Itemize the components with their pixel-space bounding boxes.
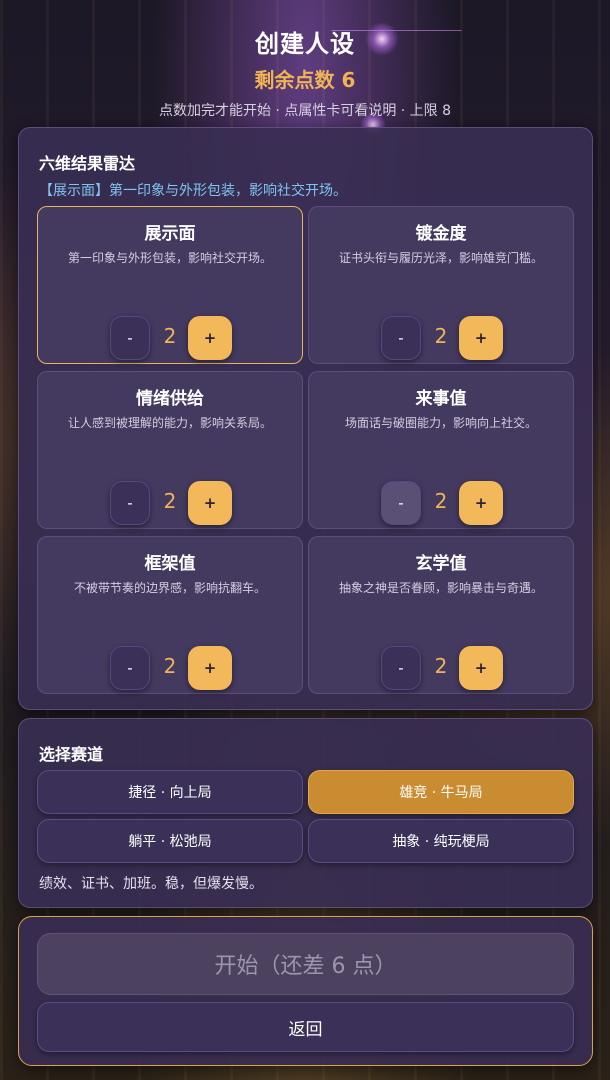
- attributes-panel-title: 六维结果雷达: [39, 154, 136, 173]
- attribute-desc: 不被带节奏的边界感，影响抗翻车。: [73, 581, 266, 595]
- attribute-card-玄学值[interactable]: 玄学值 抽象之神是否眷顾，影响暴击与奇遇。 - 2 +: [308, 536, 574, 694]
- attribute-name: 镀金度: [415, 224, 467, 244]
- attribute-value: 2: [163, 654, 177, 678]
- decrement-button[interactable]: -: [110, 316, 150, 360]
- track-option-shortcut[interactable]: 捷径 · 向上局: [37, 770, 303, 814]
- attribute-name: 展示面: [144, 224, 196, 244]
- increment-button[interactable]: +: [459, 646, 503, 690]
- attribute-value: 2: [163, 489, 177, 513]
- track-option-compete[interactable]: 雄竞 · 牛马局: [308, 770, 574, 814]
- attribute-name: 玄学值: [415, 554, 467, 574]
- actions-panel: 开始（还差 6 点） 返回: [18, 916, 593, 1066]
- increment-button[interactable]: +: [188, 316, 232, 360]
- attribute-stepper: - 2 +: [309, 646, 573, 690]
- attribute-stepper: - 2 +: [38, 481, 302, 525]
- decrement-button[interactable]: -: [110, 481, 150, 525]
- increment-button[interactable]: +: [188, 481, 232, 525]
- decrement-button[interactable]: -: [381, 481, 421, 525]
- attribute-value: 2: [434, 654, 448, 678]
- attribute-card-来事值[interactable]: 来事值 场面话与破圈能力，影响向上社交。 - 2 +: [308, 371, 574, 529]
- attribute-name: 来事值: [415, 389, 467, 409]
- increment-button[interactable]: +: [188, 646, 232, 690]
- remaining-points: 剩余点数 6: [254, 68, 356, 92]
- decrement-button[interactable]: -: [110, 646, 150, 690]
- increment-button[interactable]: +: [459, 481, 503, 525]
- attribute-card-情绪供给[interactable]: 情绪供给 让人感到被理解的能力，影响关系局。 - 2 +: [37, 371, 303, 529]
- attributes-panel: 六维结果雷达 【展示面】第一印象与外形包装，影响社交开场。 展示面 第一印象与外…: [18, 127, 593, 710]
- decrement-button[interactable]: -: [381, 646, 421, 690]
- increment-button[interactable]: +: [459, 316, 503, 360]
- start-button[interactable]: 开始（还差 6 点）: [37, 933, 574, 995]
- attribute-desc: 场面话与破圈能力，影响向上社交。: [344, 416, 537, 430]
- attribute-name: 框架值: [144, 554, 196, 574]
- attribute-stepper: - 2 +: [38, 646, 302, 690]
- track-panel-title: 选择赛道: [39, 745, 104, 764]
- attribute-value: 2: [163, 324, 177, 348]
- track-panel: 选择赛道 捷径 · 向上局 雄竞 · 牛马局 躺平 · 松弛局 抽象 · 纯玩梗…: [18, 718, 593, 908]
- attribute-card-镀金度[interactable]: 镀金度 证书头衔与履历光泽，影响雄竞门槛。 - 2 +: [308, 206, 574, 364]
- attribute-stepper: - 2 +: [309, 481, 573, 525]
- attribute-desc: 让人感到被理解的能力，影响关系局。: [67, 416, 272, 430]
- selected-attribute-description: 【展示面】第一印象与外形包装，影响社交开场。: [39, 183, 347, 199]
- attribute-desc: 第一印象与外形包装，影响社交开场。: [67, 251, 272, 265]
- page-title: 创建人设: [255, 30, 355, 58]
- attribute-name: 情绪供给: [136, 389, 204, 409]
- track-option-relax[interactable]: 躺平 · 松弛局: [37, 819, 303, 863]
- back-button[interactable]: 返回: [37, 1002, 574, 1052]
- attribute-desc: 证书头衔与履历光泽，影响雄竞门槛。: [338, 251, 543, 265]
- hint-text: 点数加完才能开始 · 点属性卡可看说明 · 上限 8: [158, 103, 452, 119]
- track-description: 绩效、证书、加班。稳，但爆发慢。: [39, 876, 263, 892]
- attribute-value: 2: [434, 324, 448, 348]
- attribute-value: 2: [434, 489, 448, 513]
- attribute-desc: 抽象之神是否眷顾，影响暴击与奇遇。: [338, 581, 543, 595]
- attribute-stepper: - 2 +: [38, 316, 302, 360]
- decrement-button[interactable]: -: [381, 316, 421, 360]
- attribute-card-展示面[interactable]: 展示面 第一印象与外形包装，影响社交开场。 - 2 +: [37, 206, 303, 364]
- attribute-card-框架值[interactable]: 框架值 不被带节奏的边界感，影响抗翻车。 - 2 +: [37, 536, 303, 694]
- attribute-stepper: - 2 +: [309, 316, 573, 360]
- track-option-abstract[interactable]: 抽象 · 纯玩梗局: [308, 819, 574, 863]
